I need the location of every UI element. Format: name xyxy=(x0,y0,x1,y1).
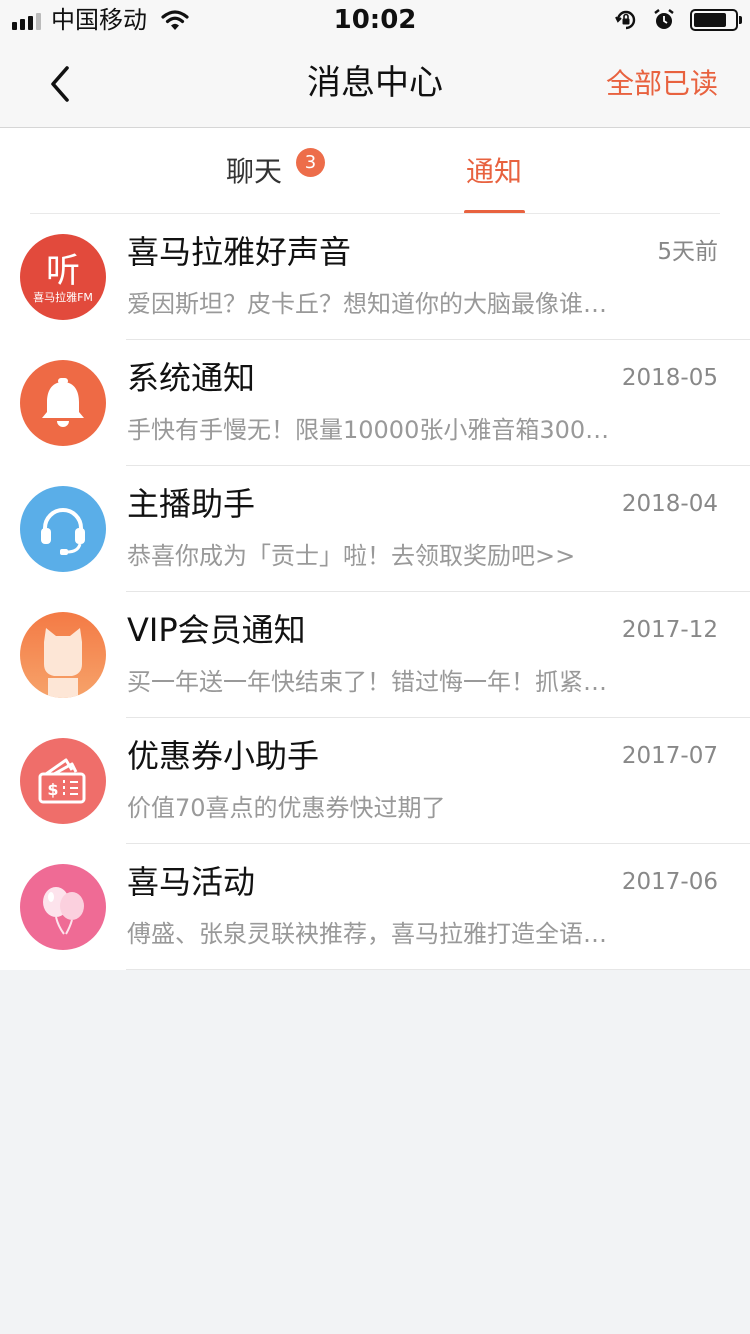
tab-notice[interactable]: 通知 xyxy=(466,152,522,192)
item-time: 5天前 xyxy=(657,239,718,265)
battery-icon xyxy=(690,9,742,31)
nav-bar: 消息中心 全部已读 xyxy=(0,40,750,128)
list-item[interactable]: $ 优惠券小助手 2017-07 价值70喜点的优惠券快过期了 xyxy=(0,718,750,844)
ting-logo-icon: 听 喜马拉雅FM xyxy=(20,234,106,320)
bell-icon xyxy=(20,360,106,446)
item-title: 主播助手 xyxy=(127,485,256,523)
headset-icon xyxy=(20,486,106,572)
item-title: 喜马拉雅好声音 xyxy=(127,233,352,271)
unread-badge: 3 xyxy=(296,148,325,177)
item-time: 2018-05 xyxy=(621,365,718,391)
list-item[interactable]: 喜马活动 2017-06 傅盛、张泉灵联袂推荐，喜马拉雅打造全语… xyxy=(0,844,750,970)
item-title: 系统通知 xyxy=(127,359,256,397)
item-time: 2017-07 xyxy=(621,743,718,769)
mark-all-read-button[interactable]: 全部已读 xyxy=(606,64,718,104)
coupon-icon: $ xyxy=(20,738,106,824)
rotation-lock-icon xyxy=(615,10,636,30)
avatar-logo-char: 听 xyxy=(46,251,80,291)
item-preview: 买一年送一年快结束了！错过悔一年！抓紧… xyxy=(127,668,607,696)
status-right xyxy=(614,8,742,32)
item-title: 优惠券小助手 xyxy=(127,737,320,775)
avatar-logo-subtext: 喜马拉雅FM xyxy=(33,290,93,304)
alarm-icon xyxy=(654,9,674,29)
item-preview: 傅盛、张泉灵联袂推荐，喜马拉雅打造全语… xyxy=(127,920,607,948)
item-preview: 爱因斯坦？皮卡丘？想知道你的大脑最像谁… xyxy=(127,290,607,318)
item-title: 喜马活动 xyxy=(127,863,256,901)
svg-text:$: $ xyxy=(47,780,58,799)
tab-bar: 聊天 3 通知 xyxy=(0,128,750,214)
cat-icon xyxy=(20,612,106,698)
item-preview: 恭喜你成为「贡士」啦！去领取奖励吧>> xyxy=(127,542,576,570)
status-bar: 中国移动 10:02 xyxy=(0,0,750,40)
list-item[interactable]: VIP会员通知 2017-12 买一年送一年快结束了！错过悔一年！抓紧… xyxy=(0,592,750,718)
list-item[interactable]: 系统通知 2018-05 手快有手慢无！限量10000张小雅音箱300… xyxy=(0,340,750,466)
message-list: 听 喜马拉雅FM 喜马拉雅好声音 5天前 爱因斯坦？皮卡丘？想知道你的大脑最像谁… xyxy=(0,214,750,970)
item-title: VIP会员通知 xyxy=(127,611,306,649)
balloons-icon xyxy=(20,864,106,950)
item-preview: 价值70喜点的优惠券快过期了 xyxy=(127,794,446,822)
list-item[interactable]: 听 喜马拉雅FM 喜马拉雅好声音 5天前 爱因斯坦？皮卡丘？想知道你的大脑最像谁… xyxy=(0,214,750,340)
battery-level xyxy=(694,13,726,27)
list-item[interactable]: 主播助手 2018-04 恭喜你成为「贡士」啦！去领取奖励吧>> xyxy=(0,466,750,592)
item-preview: 手快有手慢无！限量10000张小雅音箱300… xyxy=(127,416,610,444)
item-time: 2018-04 xyxy=(621,491,718,517)
row-divider xyxy=(126,969,750,970)
item-time: 2017-06 xyxy=(621,869,718,895)
tab-chat[interactable]: 聊天 xyxy=(226,152,282,192)
item-time: 2017-12 xyxy=(621,617,718,643)
